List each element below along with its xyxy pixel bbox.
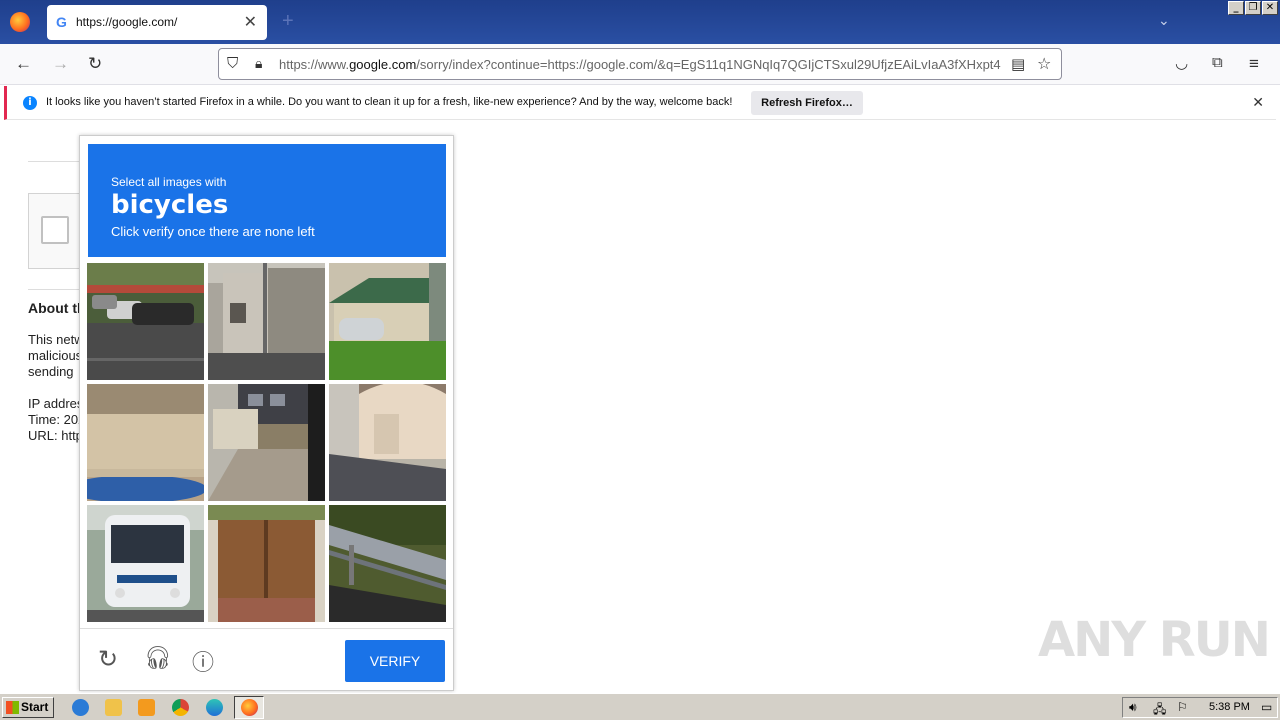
restore-button[interactable]: ❐ [1245, 1, 1261, 15]
captcha-tile-9[interactable] [329, 505, 446, 622]
back-arrow-icon[interactable]: ← [15, 54, 32, 74]
captcha-tile-7[interactable] [87, 505, 204, 622]
url-bar[interactable]: ⛉ 🔒︎ https://www.google.com/sorry/index?… [218, 48, 1062, 80]
captcha-tile-8[interactable] [208, 505, 325, 622]
captcha-tile-6[interactable] [329, 384, 446, 501]
info-icon[interactable]: ⓘ [192, 645, 214, 677]
info-icon: i [23, 96, 37, 110]
reader-view-icon[interactable]: ▤ [1011, 55, 1025, 73]
chrome-icon[interactable] [172, 699, 189, 716]
taskbar: Start 🔊︎ 🖧 ⚐ 5:38 PM ▭ [0, 693, 1280, 720]
lock-icon[interactable]: 🔒︎ [255, 55, 262, 72]
reload-icon[interactable]: ↻ [88, 54, 102, 74]
edge-icon[interactable] [206, 699, 223, 716]
speaker-icon[interactable]: 🔊︎ [1129, 700, 1137, 715]
tab-google[interactable]: G https://google.com/ ✕ [47, 5, 267, 40]
firefox-icon [241, 699, 258, 716]
ip-text: IP address [28, 396, 80, 411]
url-text[interactable]: https://www.google.com/sorry/index?conti… [279, 57, 1001, 72]
page-text: This network [28, 332, 80, 347]
captcha-footer: ↻ 🎧︎ ⓘ VERIFY [80, 628, 453, 690]
shield-icon[interactable]: ⛉ [227, 55, 238, 72]
clock: 5:38 PM [1209, 701, 1250, 713]
captcha-subtext: Click verify once there are none left [111, 224, 315, 239]
network-icon[interactable]: 🖧 [1153, 700, 1166, 721]
page-text: sending [28, 364, 74, 379]
nav-bar: ← → ↻ ⛉ 🔒︎ https://www.google.com/sorry/… [0, 44, 1280, 85]
system-tray: 🔊︎ 🖧 ⚐ 5:38 PM ▭ [1122, 697, 1278, 718]
close-window-button[interactable]: ✕ [1262, 1, 1278, 15]
tab-bar: G https://google.com/ ✕ + ⌄ _ ❐ ✕ [0, 0, 1280, 44]
minimize-button[interactable]: _ [1228, 1, 1244, 15]
page-text: malicious [28, 348, 80, 363]
recaptcha-checkbox[interactable] [41, 216, 69, 244]
url-text: URL: http [28, 428, 80, 443]
captcha-header: Select all images with bicycles Click ve… [88, 144, 446, 257]
chevron-down-icon[interactable]: ⌄ [1158, 12, 1170, 29]
windows-flag-icon [6, 701, 19, 714]
show-desktop-icon[interactable]: ▭ [1261, 700, 1272, 714]
firefox-taskbar-button[interactable] [234, 696, 264, 719]
close-icon[interactable]: ✕ [1252, 94, 1264, 111]
captcha-tile-1[interactable] [87, 263, 204, 380]
google-favicon-icon: G [56, 14, 67, 30]
menu-icon[interactable]: ≡ [1249, 54, 1259, 74]
close-tab-icon[interactable]: ✕ [244, 12, 257, 32]
media-player-icon[interactable] [138, 699, 155, 716]
notification-bar: i It looks like you haven’t started Fire… [4, 86, 1276, 120]
start-button[interactable]: Start [2, 697, 54, 718]
about-heading: About this page [28, 300, 80, 316]
verify-button[interactable]: VERIFY [345, 640, 445, 682]
captcha-tile-3[interactable] [329, 263, 446, 380]
captcha-challenge: Select all images with bicycles Click ve… [79, 135, 454, 691]
reload-icon[interactable]: ↻ [98, 645, 118, 674]
folder-icon[interactable] [105, 699, 122, 716]
bookmark-star-icon[interactable]: ☆ [1037, 54, 1051, 74]
captcha-instruction: Select all images with [111, 175, 227, 189]
forward-arrow-icon[interactable]: → [52, 54, 69, 74]
anyrun-watermark: ANY RUN [1038, 612, 1271, 668]
notification-message: It looks like you haven’t started Firefo… [46, 96, 733, 108]
pocket-icon[interactable]: ◡ [1175, 54, 1188, 72]
headphones-icon[interactable]: 🎧︎ [144, 645, 172, 671]
tab-title: https://google.com/ [76, 15, 178, 29]
captcha-tile-5[interactable] [208, 384, 325, 501]
firefox-icon[interactable] [10, 12, 30, 32]
captcha-tile-2[interactable] [208, 263, 325, 380]
captcha-tile-4[interactable] [87, 384, 204, 501]
extensions-icon[interactable]: ⧉ [1212, 54, 1223, 71]
captcha-target: bicycles [111, 190, 229, 220]
time-text: Time: 202 [28, 412, 80, 427]
new-tab-button[interactable]: + [282, 10, 294, 33]
refresh-firefox-button[interactable]: Refresh Firefox… [751, 91, 863, 115]
ie-icon[interactable] [72, 699, 89, 716]
flag-icon[interactable]: ⚐ [1177, 700, 1188, 714]
